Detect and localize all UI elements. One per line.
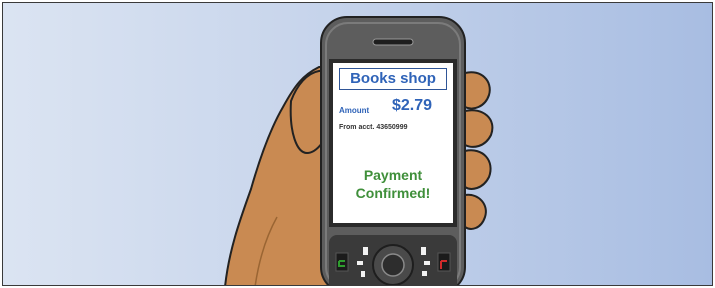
payment-status: Payment Confirmed!	[333, 166, 453, 202]
status-line-2: Confirmed!	[355, 185, 431, 201]
amount-value: $2.79	[392, 97, 433, 114]
navigation-pad-icon	[372, 244, 414, 285]
phone-screen: Books shop Amount $2.79 From acct. 43650…	[333, 63, 453, 223]
illustration-frame: Books shop Amount $2.79 From acct. 43650…	[2, 2, 713, 286]
status-line-1: Payment	[363, 167, 423, 183]
amount-label: Amount	[339, 106, 370, 115]
fingers	[464, 71, 494, 230]
end-call-icon	[437, 252, 451, 272]
illustration: Books shop Amount $2.79 From acct. 43650…	[0, 0, 715, 288]
shop-name: Books shop	[339, 68, 447, 90]
call-icon	[335, 252, 349, 272]
from-account: From acct. 43650999	[339, 124, 408, 131]
